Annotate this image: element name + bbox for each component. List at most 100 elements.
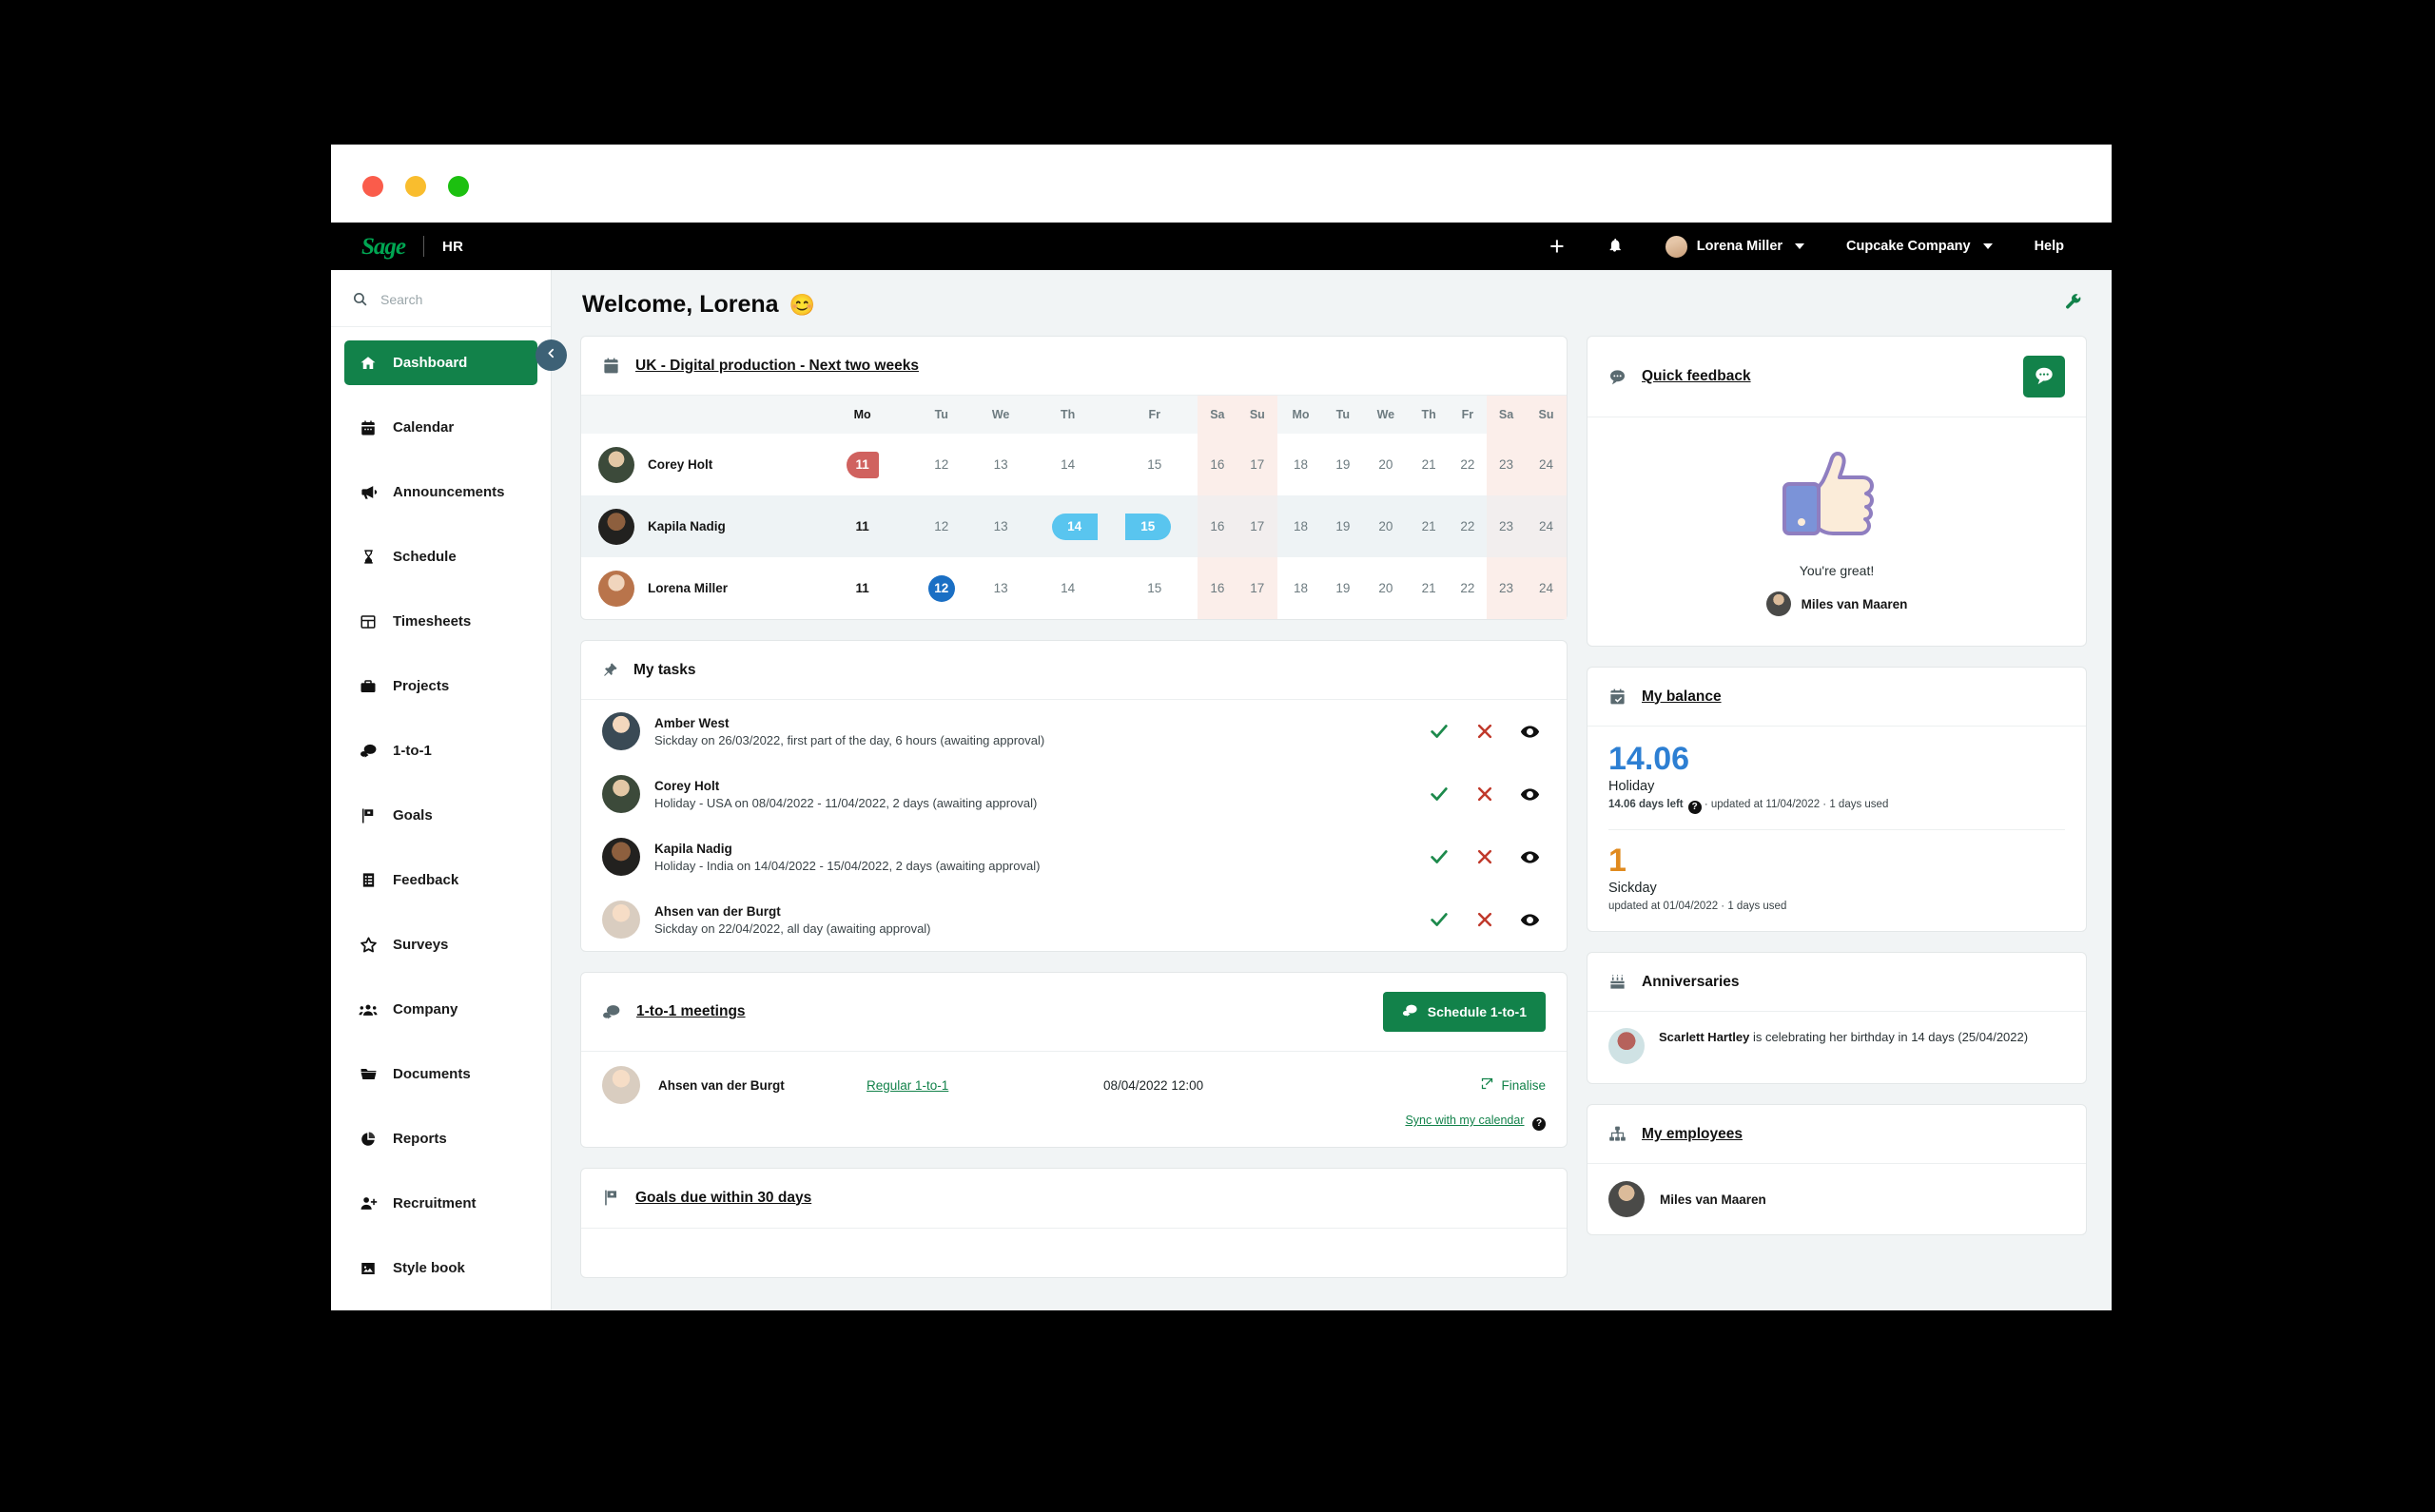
question-mark-icon[interactable]: ? <box>1687 800 1702 814</box>
my-employees-card: My employees Miles van Maaren <box>1587 1104 2087 1236</box>
schedule-1-to-1-button[interactable]: Schedule 1-to-1 <box>1382 992 1546 1032</box>
meeting-type-link[interactable]: Regular 1-to-1 <box>867 1078 1085 1093</box>
calendar-day-cell[interactable]: 20 <box>1362 434 1410 495</box>
brand[interactable]: Sage HR <box>361 235 463 259</box>
sidebar-item-dashboard[interactable]: Dashboard <box>344 340 537 385</box>
goals-card-title[interactable]: Goals due within 30 days <box>635 1190 811 1207</box>
employee-row[interactable]: Miles van Maaren <box>1588 1164 2086 1234</box>
calendar-day-cell[interactable]: 11 <box>819 495 906 557</box>
my-balance-title[interactable]: My balance <box>1642 688 1722 706</box>
give-feedback-button[interactable] <box>2023 356 2065 397</box>
quick-feedback-title[interactable]: Quick feedback <box>1642 368 1751 385</box>
notifications-button[interactable] <box>1586 223 1644 270</box>
calendar-day-cell[interactable]: 24 <box>1526 495 1567 557</box>
cross-icon[interactable] <box>1475 785 1494 804</box>
sidebar-item-schedule[interactable]: Schedule <box>344 534 537 579</box>
sidebar-item-documents[interactable]: Documents <box>344 1052 537 1096</box>
sidebar-item-timesheets[interactable]: Timesheets <box>344 599 537 644</box>
calendar-card-title[interactable]: UK - Digital production - Next two weeks <box>635 358 919 375</box>
calendar-day-cell[interactable]: 14 <box>1024 434 1111 495</box>
calendar-day-cell[interactable]: 24 <box>1526 434 1567 495</box>
sidebar-item-surveys[interactable]: Surveys <box>344 922 537 967</box>
cross-icon[interactable] <box>1475 722 1494 741</box>
sync-calendar-link[interactable]: Sync with my calendar <box>1405 1114 1524 1127</box>
calendar-day-cell[interactable]: 19 <box>1324 557 1362 619</box>
sidebar-item-projects[interactable]: Projects <box>344 664 537 708</box>
calendar-day-cell[interactable]: 14 <box>1024 557 1111 619</box>
check-icon[interactable] <box>1429 721 1450 742</box>
meetings-card-title[interactable]: 1-to-1 meetings <box>636 1003 746 1020</box>
my-employees-title[interactable]: My employees <box>1642 1126 1743 1143</box>
calendar-day-cell[interactable]: 16 <box>1198 557 1237 619</box>
search-placeholder: Search <box>380 291 423 307</box>
calendar-day-cell[interactable]: 18 <box>1277 434 1323 495</box>
sidebar-item-recruitment[interactable]: Recruitment <box>344 1181 537 1226</box>
question-mark-icon[interactable]: ? <box>1532 1116 1546 1131</box>
finalise-button[interactable]: Finalise <box>1480 1076 1546 1094</box>
calendar-day-cell[interactable]: 12 <box>906 434 977 495</box>
calendar-day-cell[interactable]: 13 <box>977 495 1024 557</box>
check-icon[interactable] <box>1429 784 1450 804</box>
calendar-day-cell[interactable]: 16 <box>1198 434 1237 495</box>
calendar-day-cell[interactable]: 21 <box>1410 434 1449 495</box>
eye-icon[interactable] <box>1520 847 1540 867</box>
calendar-day-cell[interactable]: 15 <box>1111 557 1198 619</box>
calendar-day-cell[interactable]: 12 <box>906 495 978 557</box>
calendar-day-cell[interactable]: 24 <box>1526 557 1567 619</box>
calendar-day-cell[interactable]: 18 <box>1277 495 1324 557</box>
sidebar-item-reports[interactable]: Reports <box>344 1116 537 1161</box>
sidebar-item-feedback[interactable]: Feedback <box>344 858 537 902</box>
sidebar-item-goals[interactable]: Goals <box>344 793 537 838</box>
calendar-day-cell[interactable]: 15 <box>1111 495 1198 557</box>
calendar-day-cell[interactable]: 11 <box>819 434 906 495</box>
sidebar-item-style-book[interactable]: Style book <box>344 1246 537 1290</box>
search-input[interactable]: Search <box>331 270 551 327</box>
check-icon[interactable] <box>1429 909 1450 930</box>
eye-icon[interactable] <box>1520 785 1540 804</box>
minimize-window-dot[interactable] <box>405 176 426 197</box>
sidebar-collapse-button[interactable] <box>536 339 567 371</box>
calendar-day-cell[interactable]: 11 <box>819 557 906 619</box>
calendar-day-cell[interactable]: 20 <box>1362 495 1410 557</box>
calendar-day-cell[interactable]: 12 <box>906 557 977 619</box>
close-window-dot[interactable] <box>362 176 383 197</box>
company-menu[interactable]: Cupcake Company <box>1825 223 2014 270</box>
maximize-window-dot[interactable] <box>448 176 469 197</box>
sidebar-item-company[interactable]: Company <box>344 987 537 1032</box>
eye-icon[interactable] <box>1520 910 1540 930</box>
calendar-day-cell[interactable]: 19 <box>1323 495 1362 557</box>
eye-icon[interactable] <box>1520 722 1540 742</box>
calendar-check-icon <box>1608 688 1627 706</box>
calendar-day-cell[interactable]: 16 <box>1198 495 1237 557</box>
calendar-day-cell[interactable]: 22 <box>1449 434 1487 495</box>
calendar-day-header: Fr <box>1461 408 1474 421</box>
calendar-day-cell[interactable]: 17 <box>1237 495 1278 557</box>
calendar-day-cell[interactable]: 23 <box>1487 434 1527 495</box>
calendar-day-cell[interactable]: 22 <box>1449 557 1487 619</box>
calendar-day-cell[interactable]: 19 <box>1324 434 1362 495</box>
calendar-day-cell[interactable]: 13 <box>977 557 1024 619</box>
calendar-day-cell[interactable]: 21 <box>1410 557 1449 619</box>
calendar-day-cell[interactable]: 17 <box>1237 434 1278 495</box>
check-icon[interactable] <box>1429 846 1450 867</box>
calendar-day-cell[interactable]: 15 <box>1111 434 1198 495</box>
help-link[interactable]: Help <box>2014 223 2085 270</box>
calendar-day-cell[interactable]: 22 <box>1448 495 1487 557</box>
calendar-day-cell[interactable]: 14 <box>1023 495 1112 557</box>
sidebar-item-1-to-1[interactable]: 1-to-1 <box>344 728 537 773</box>
home-icon <box>358 355 379 372</box>
wrench-icon[interactable] <box>2064 293 2083 317</box>
calendar-day-cell[interactable]: 21 <box>1409 495 1449 557</box>
add-button[interactable]: + <box>1529 223 1586 270</box>
cross-icon[interactable] <box>1475 847 1494 866</box>
calendar-day-cell[interactable]: 17 <box>1237 557 1278 619</box>
user-menu[interactable]: Lorena Miller <box>1644 223 1825 270</box>
sidebar-item-calendar[interactable]: Calendar <box>344 405 537 450</box>
calendar-day-cell[interactable]: 20 <box>1362 557 1410 619</box>
calendar-day-cell[interactable]: 23 <box>1487 557 1527 619</box>
cross-icon[interactable] <box>1475 910 1494 929</box>
calendar-day-cell[interactable]: 18 <box>1277 557 1323 619</box>
sidebar-item-announcements[interactable]: Announcements <box>344 470 537 514</box>
calendar-day-cell[interactable]: 23 <box>1487 495 1527 557</box>
calendar-day-cell[interactable]: 13 <box>977 434 1024 495</box>
